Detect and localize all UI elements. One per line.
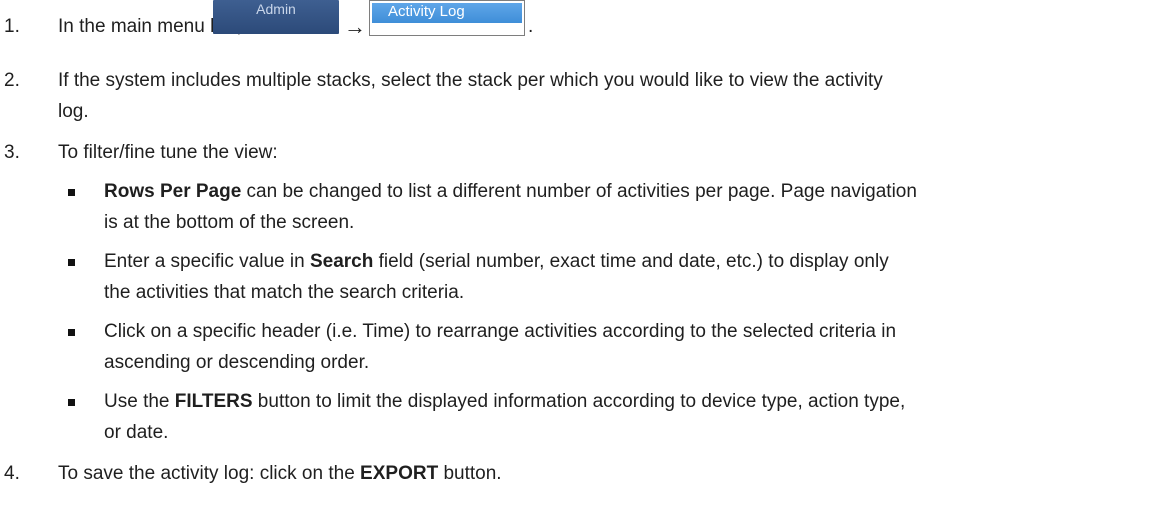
bold-term: Search [309, 251, 374, 272]
admin-menu-button-image: Admin [213, 0, 339, 34]
bold-term: FILTERS [174, 391, 253, 412]
step-text-pre: To save the activity log: click on the [58, 463, 361, 484]
step-text: To filter/fine tune the view: [58, 142, 278, 163]
step-number: 4. [4, 463, 20, 484]
step-text-post: button. [438, 463, 502, 484]
square-bullet-icon [68, 259, 75, 266]
step-number: 2. [4, 70, 20, 91]
activity-log-button-image: Activity Log [369, 0, 525, 36]
bullet-text-line-2: or date. [104, 422, 169, 443]
bullet-text-line-2: ascending or descending order. [104, 352, 370, 373]
bullet-text-pre: Use the [104, 391, 175, 412]
bullet-text-line-2: is at the bottom of the screen. [104, 212, 355, 233]
step-number: 1. [4, 16, 20, 37]
bullet-text-line-1: field (serial number, exact time and dat… [373, 251, 889, 272]
square-bullet-icon [68, 399, 75, 406]
bold-term: Rows Per Page [104, 181, 242, 202]
step-text-line-2: log. [58, 101, 89, 122]
bullet-text-line-1: button to limit the displayed informatio… [252, 391, 906, 412]
bullet-text-line-1: Click on a specific header (i.e. Time) t… [104, 321, 897, 342]
instruction-document: 1. In the main menu bar, click Admin → A… [0, 0, 1152, 528]
step-text-line-1: If the system includes multiple stacks, … [58, 70, 883, 91]
bullet-text-line-1: can be changed to list a different numbe… [241, 181, 917, 202]
square-bullet-icon [68, 189, 75, 196]
activity-log-label: Activity Log [372, 3, 522, 23]
arrow-right-icon: → [344, 14, 366, 39]
step-number: 3. [4, 142, 20, 163]
square-bullet-icon [68, 329, 75, 336]
bold-term: EXPORT [360, 463, 439, 484]
step-period: . [528, 16, 534, 37]
bullet-text-pre: Enter a specific value in [104, 251, 310, 272]
bullet-text-line-2: the activities that match the search cri… [104, 282, 465, 303]
